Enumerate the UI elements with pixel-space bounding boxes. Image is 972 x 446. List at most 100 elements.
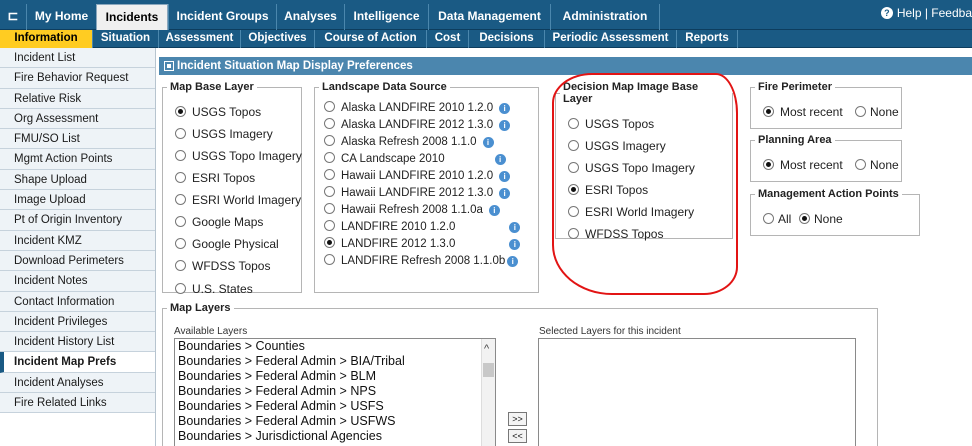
sidebar-item-incident-map-prefs[interactable]: Incident Map Prefs (0, 352, 155, 373)
radio-button[interactable] (855, 106, 866, 117)
radio-button[interactable] (568, 162, 579, 173)
sidebar-item-pt-of-origin-inventory[interactable]: Pt of Origin Inventory (0, 210, 155, 231)
radio-button[interactable] (324, 220, 335, 231)
radio-button[interactable] (568, 184, 579, 195)
tab-periodic-assessment[interactable]: Periodic Assessment (544, 30, 676, 48)
tab-incident-groups[interactable]: Incident Groups (168, 4, 276, 30)
radio-button[interactable] (175, 150, 186, 161)
radio-button[interactable] (763, 106, 774, 117)
radio-button[interactable] (324, 237, 335, 248)
decision-map-option[interactable]: USGS Topo Imagery (568, 159, 695, 177)
sidebar-item-download-perimeters[interactable]: Download Perimeters (0, 250, 155, 272)
scroll-up-icon[interactable]: ^ (484, 343, 489, 355)
tab-reports[interactable]: Reports (676, 30, 738, 48)
radio-button[interactable] (324, 169, 335, 180)
landscape-option[interactable]: Hawaii LANDFIRE 2012 1.3.0 i (324, 184, 511, 202)
landscape-option[interactable]: LANDFIRE Refresh 2008 1.1.0b i (324, 252, 519, 270)
sidebar-item-incident-notes[interactable]: Incident Notes (0, 271, 155, 292)
landscape-option[interactable]: LANDFIRE 2010 1.2.0 i (324, 218, 521, 236)
sidebar-item-image-upload[interactable]: Image Upload (0, 190, 155, 211)
list-item[interactable]: Boundaries > Federal Admin > USFS (175, 399, 495, 414)
sidebar-item-mgmt-action-points[interactable]: Mgmt Action Points (0, 149, 155, 170)
tab-situation[interactable]: Situation (92, 30, 158, 48)
scroll-thumb[interactable] (483, 363, 494, 377)
sidebar-item-incident-kmz[interactable]: Incident KMZ (0, 230, 155, 251)
sidebar-item-contact-information[interactable]: Contact Information (0, 291, 155, 312)
info-icon[interactable]: i (499, 171, 511, 182)
map-option-none[interactable]: None (799, 210, 843, 228)
radio-button[interactable] (175, 260, 186, 271)
radio-button[interactable] (568, 228, 579, 239)
decision-map-option[interactable]: ESRI Topos (568, 181, 648, 199)
landscape-option[interactable]: CA Landscape 2010 i (324, 150, 506, 168)
info-icon[interactable]: i (499, 188, 511, 199)
sidebar-item-relative-risk[interactable]: Relative Risk (0, 88, 155, 109)
sidebar-item-incident-privileges[interactable]: Incident Privileges (0, 311, 155, 333)
landscape-option[interactable]: LANDFIRE 2012 1.3.0 i (324, 235, 521, 253)
sidebar-item-fire-behavior-request[interactable]: Fire Behavior Request (0, 68, 155, 89)
sidebar-item-incident-analyses[interactable]: Incident Analyses (0, 372, 155, 394)
info-icon[interactable]: i (488, 205, 500, 216)
add-layer-button[interactable]: >> (508, 412, 527, 426)
sidebar-item-incident-history-list[interactable]: Incident History List (0, 332, 155, 353)
radio-button[interactable] (324, 152, 335, 163)
radio-button[interactable] (324, 118, 335, 129)
radio-button[interactable] (568, 206, 579, 217)
decision-map-option[interactable]: USGS Imagery (568, 137, 666, 155)
radio-button[interactable] (763, 213, 774, 224)
radio-button[interactable] (175, 216, 186, 227)
tab-my-home[interactable]: My Home (26, 4, 96, 30)
planning-area-option[interactable]: Most recent (763, 156, 843, 174)
info-icon[interactable]: i (509, 239, 521, 250)
tab-intelligence[interactable]: Intelligence (344, 4, 428, 30)
radio-button[interactable] (763, 159, 774, 170)
help-link[interactable]: ? Help | Feedba (880, 6, 972, 20)
tab-administration[interactable]: Administration (550, 4, 660, 30)
selected-layers-list[interactable] (538, 338, 856, 446)
info-icon[interactable]: i (499, 120, 511, 131)
radio-button[interactable] (175, 238, 186, 249)
radio-button[interactable] (324, 186, 335, 197)
list-item[interactable]: Boundaries > Federal Admin > NPS (175, 384, 495, 399)
planning-area-option[interactable]: None (855, 156, 899, 174)
map-base-option[interactable]: ESRI World Imagery (175, 191, 301, 209)
landscape-option[interactable]: Hawaii LANDFIRE 2010 1.2.0 i (324, 167, 511, 185)
sidebar-item-org-assessment[interactable]: Org Assessment (0, 108, 155, 130)
map-base-option[interactable]: Google Maps (175, 213, 263, 231)
collapse-icon[interactable] (164, 61, 174, 71)
radio-button[interactable] (568, 140, 579, 151)
map-base-option[interactable]: USGS Topo Imagery (175, 147, 302, 165)
list-item[interactable]: Boundaries > Federal Admin > BLM (175, 369, 495, 384)
radio-button[interactable] (175, 283, 186, 294)
sidebar-item-fire-related-links[interactable]: Fire Related Links (0, 393, 155, 414)
list-item[interactable]: Boundaries > Federal Admin > BIA/Tribal (175, 354, 495, 369)
list-item[interactable]: Boundaries > Federal Admin > USFWS (175, 414, 495, 429)
radio-button[interactable] (568, 118, 579, 129)
fire-perimeter-option[interactable]: None (855, 103, 899, 121)
decision-map-option[interactable]: WFDSS Topos (568, 225, 663, 243)
tab-objectives[interactable]: Objectives (240, 30, 314, 48)
decision-map-option[interactable]: ESRI World Imagery (568, 203, 694, 221)
radio-button[interactable] (324, 135, 335, 146)
info-icon[interactable]: i (509, 222, 521, 233)
radio-button[interactable] (324, 203, 335, 214)
tab-assessment[interactable]: Assessment (158, 30, 240, 48)
info-icon[interactable]: i (507, 256, 519, 267)
radio-button[interactable] (175, 106, 186, 117)
tab-decisions[interactable]: Decisions (468, 30, 544, 48)
list-scrollbar[interactable]: ^ (481, 339, 495, 446)
radio-button[interactable] (175, 128, 186, 139)
info-icon[interactable]: i (482, 137, 494, 148)
sidebar-item-shape-upload[interactable]: Shape Upload (0, 169, 155, 191)
info-icon[interactable]: i (499, 103, 511, 114)
map-base-option[interactable]: Google Physical (175, 235, 279, 253)
tab-analyses[interactable]: Analyses (276, 4, 344, 30)
landscape-option[interactable]: Alaska Refresh 2008 1.1.0 i (324, 133, 494, 151)
radio-button[interactable] (799, 213, 810, 224)
map-base-option[interactable]: USGS Imagery (175, 125, 273, 143)
tab-incidents[interactable]: Incidents (96, 4, 168, 30)
minimize-icon[interactable]: ⊏ (2, 4, 24, 28)
decision-map-option[interactable]: USGS Topos (568, 115, 654, 133)
tab-data-management[interactable]: Data Management (428, 4, 550, 30)
landscape-option[interactable]: Hawaii Refresh 2008 1.1.0a i (324, 201, 500, 219)
